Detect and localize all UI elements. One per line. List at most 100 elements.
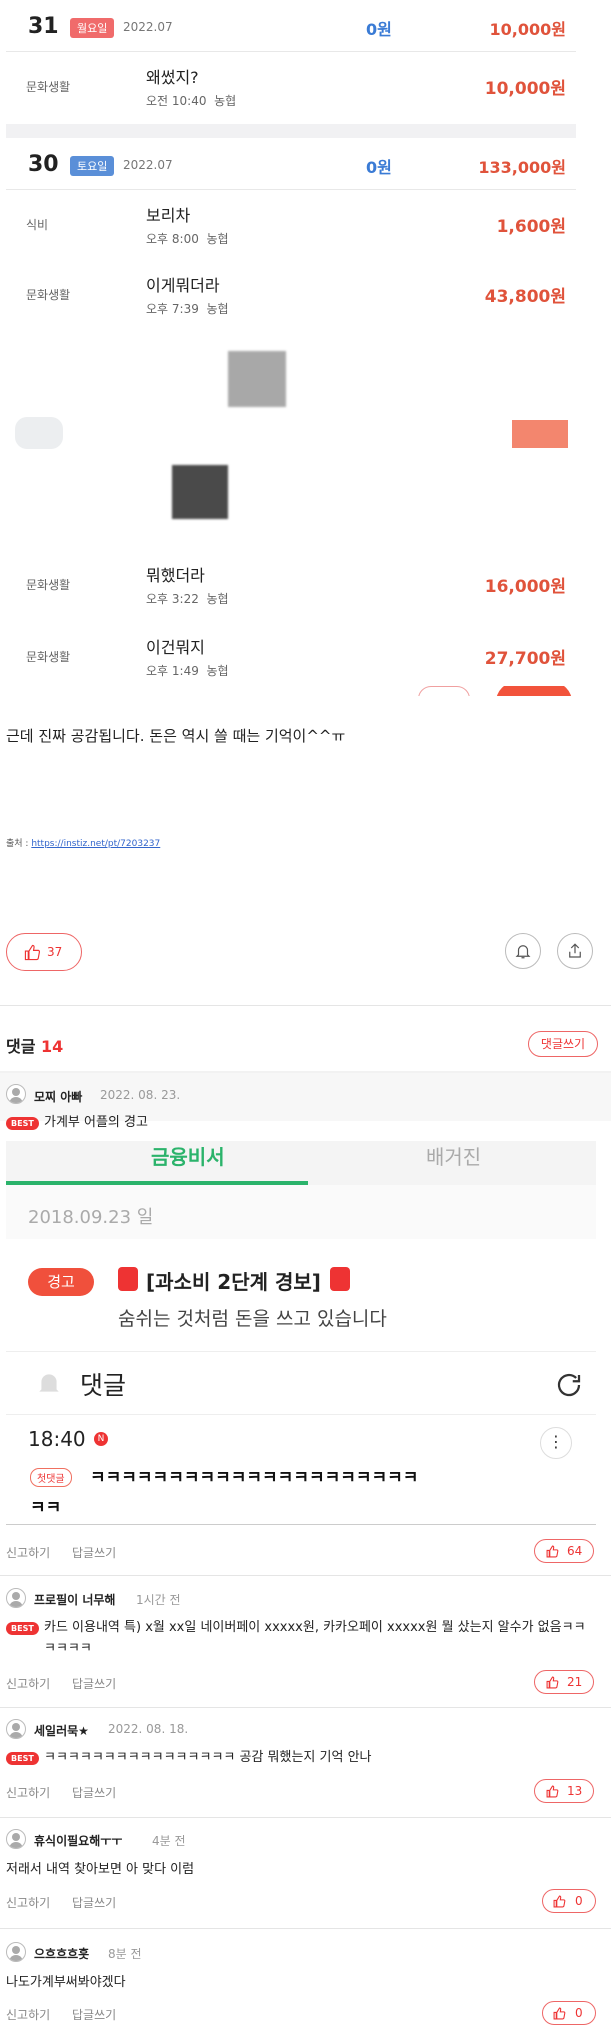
like-button[interactable]: 37 xyxy=(6,933,82,971)
avatar[interactable] xyxy=(6,1084,26,1104)
siren-icon xyxy=(118,1267,138,1291)
comment-image: 금융비서 배거진 2018.09.23 일 경고 [과소비 2단계 경보] 숨쉬… xyxy=(6,1141,596,1525)
transaction-time: 오후 7:39 농협 xyxy=(146,302,229,316)
day-number: 31 xyxy=(28,14,59,39)
censored-block xyxy=(512,420,568,448)
comment-time: 2022. 08. 23. xyxy=(100,1088,181,1102)
source-line: 출처 : https://instiz.net/pt/7203237 xyxy=(6,836,160,849)
vote-button[interactable]: 0 xyxy=(542,2001,596,2025)
weekday-badge: 월요일 xyxy=(70,18,115,38)
source-link[interactable]: https://instiz.net/pt/7203237 xyxy=(31,839,160,849)
thumbs-up-icon xyxy=(546,1785,559,1798)
thumbs-up-icon xyxy=(546,1676,559,1689)
comment-body: 저래서 내역 찾아보면 아 맞다 이럼 xyxy=(6,1862,195,1877)
vote-count: 21 xyxy=(567,1675,583,1689)
reply-button[interactable]: 답글쓰기 xyxy=(72,1675,116,1692)
comment-author[interactable]: 프로필이 너무해 xyxy=(34,1591,115,1608)
transaction-amount: 1,600원 xyxy=(496,217,566,237)
vote-count: 0 xyxy=(575,2006,583,2020)
reply-button[interactable]: 답글쓰기 xyxy=(72,1544,116,1561)
report-button[interactable]: 신고하기 xyxy=(6,2006,50,2023)
avatar[interactable] xyxy=(6,1829,26,1849)
comment-divider xyxy=(0,1707,611,1708)
day-separator xyxy=(6,124,576,138)
like-count: 37 xyxy=(47,945,63,959)
transaction-amount: 16,000원 xyxy=(484,577,566,597)
reply-button[interactable]: 답글쓰기 xyxy=(72,1784,116,1801)
first-comment-badge: 첫댓글 xyxy=(30,1468,72,1487)
transaction-title: 왜썼지? xyxy=(146,68,199,87)
censored-block xyxy=(228,351,286,407)
report-button[interactable]: 신고하기 xyxy=(6,1894,50,1911)
best-badge: BEST xyxy=(6,1752,39,1765)
post-text: 근데 진짜 공감됩니다. 돈은 역시 쓸 때는 기억이^^ㅠ xyxy=(6,727,346,745)
best-badge: BEST xyxy=(6,1117,39,1130)
thumbs-up-icon xyxy=(553,1895,566,1908)
warning-message: 숨쉬는 것처럼 돈을 쓰고 있습니다 xyxy=(118,1308,387,1330)
comment-time: 8분 전 xyxy=(108,1947,142,1961)
transaction-amount: 43,800원 xyxy=(484,287,566,307)
transaction-row[interactable]: 문화생활 왜썼지? 오전 10:40 농협 10,000원 xyxy=(6,54,576,122)
laugh-line: ㅋㅋㅋㅋㅋㅋㅋㅋㅋㅋㅋㅋㅋㅋㅋㅋㅋㅋㅋㅋㅋ xyxy=(90,1468,419,1488)
reply-button[interactable]: 답글쓰기 xyxy=(72,1894,116,1911)
avatar[interactable] xyxy=(6,1719,26,1739)
transaction-category: 문화생활 xyxy=(26,578,71,592)
vote-button[interactable]: 13 xyxy=(534,1779,594,1803)
embedded-comment-bar: 댓글 xyxy=(6,1351,596,1415)
vote-button[interactable]: 21 xyxy=(534,1670,594,1694)
screenshot-crop-edge xyxy=(0,686,590,696)
comment-author[interactable]: 휴식이필요해ㅜㅜ xyxy=(34,1832,122,1849)
vote-count: 64 xyxy=(567,1544,583,1558)
report-button[interactable]: 신고하기 xyxy=(6,1675,50,1692)
weekday-badge: 토요일 xyxy=(70,156,115,176)
transaction-row[interactable]: 문화생활 뭐했더라 오후 3:22 농협 16,000원 xyxy=(6,552,576,620)
comment-author[interactable]: 으흐흐흐흣 xyxy=(34,1945,89,1962)
section-divider xyxy=(0,1005,611,1006)
new-badge: N xyxy=(94,1432,108,1446)
share-icon xyxy=(569,943,581,958)
embedded-tab-right: 배거진 xyxy=(426,1145,482,1169)
embedded-tab-left: 금융비서 xyxy=(151,1145,225,1169)
comment-author[interactable]: 모찌 아빠 xyxy=(34,1088,82,1105)
embedded-time: 18:40 xyxy=(28,1427,86,1451)
vote-button[interactable]: 0 xyxy=(542,1889,596,1913)
transaction-row[interactable]: 문화생활 이게뭐더라 오후 7:39 농협 43,800원 xyxy=(6,262,576,330)
transaction-time: 오전 10:40 농협 xyxy=(146,94,237,108)
notify-button[interactable] xyxy=(505,933,541,969)
comment-author[interactable]: 세일러묵★ xyxy=(34,1722,89,1739)
comment-divider xyxy=(0,1817,611,1818)
embedded-comment-label: 댓글 xyxy=(80,1371,127,1400)
thumbs-up-icon xyxy=(546,1545,559,1558)
avatar[interactable] xyxy=(6,1942,26,1962)
write-comment-button[interactable]: 댓글쓰기 xyxy=(528,1031,598,1057)
transaction-time: 오후 8:00 농협 xyxy=(146,232,229,246)
comment-time: 1시간 전 xyxy=(136,1593,181,1607)
comment-body: 나도가계부써봐야겠다 xyxy=(6,1975,126,1990)
transaction-amount: 27,700원 xyxy=(484,649,566,669)
source-label: 출처 : xyxy=(6,839,32,849)
transaction-time: 오후 3:22 농협 xyxy=(146,592,229,606)
vote-count: 13 xyxy=(567,1784,583,1798)
share-button[interactable] xyxy=(557,933,593,969)
embedded-date: 2018.09.23 일 xyxy=(28,1207,154,1228)
reply-button[interactable]: 답글쓰기 xyxy=(72,2006,116,2023)
day-header-30: 30 토요일 2022.07 0원 133,000원 xyxy=(6,138,576,190)
expense-total: 10,000원 xyxy=(489,20,566,39)
transaction-row[interactable]: 식비 보리차 오후 8:00 농협 1,600원 xyxy=(6,192,576,260)
comments-count: 14 xyxy=(41,1037,64,1056)
day-header-31: 31 월요일 2022.07 0원 10,000원 xyxy=(6,0,576,52)
transaction-amount: 10,000원 xyxy=(484,79,566,99)
transaction-row[interactable]: 문화생활 이건뭐지 오후 1:49 농협 27,700원 xyxy=(6,624,576,692)
avatar[interactable] xyxy=(6,1588,26,1608)
warning-title: [과소비 2단계 경보] xyxy=(146,1270,321,1294)
comment-body: ㅋㅋㅋㅋㅋㅋㅋㅋㅋㅋㅋㅋㅋㅋㅋㅋ 공감 뭐했는지 기억 안나 xyxy=(44,1750,372,1765)
report-button[interactable]: 신고하기 xyxy=(6,1544,50,1561)
comment-body: 카드 이용내역 특) x월 xx일 네이버페이 xxxxx원, 카카오페이 xx… xyxy=(44,1620,586,1656)
transaction-category: 식비 xyxy=(26,218,49,232)
comment-divider xyxy=(0,1928,611,1929)
siren-icon xyxy=(330,1267,350,1291)
report-button[interactable]: 신고하기 xyxy=(6,1784,50,1801)
transaction-category: 문화생활 xyxy=(26,650,71,664)
vote-button[interactable]: 64 xyxy=(534,1539,594,1563)
embedded-reply: 18:40 N ⋮ 첫댓글 ㅋㅋㅋㅋㅋㅋㅋㅋㅋㅋㅋㅋㅋㅋㅋㅋㅋㅋㅋㅋㅋ ㅋㅋ xyxy=(6,1415,596,1524)
